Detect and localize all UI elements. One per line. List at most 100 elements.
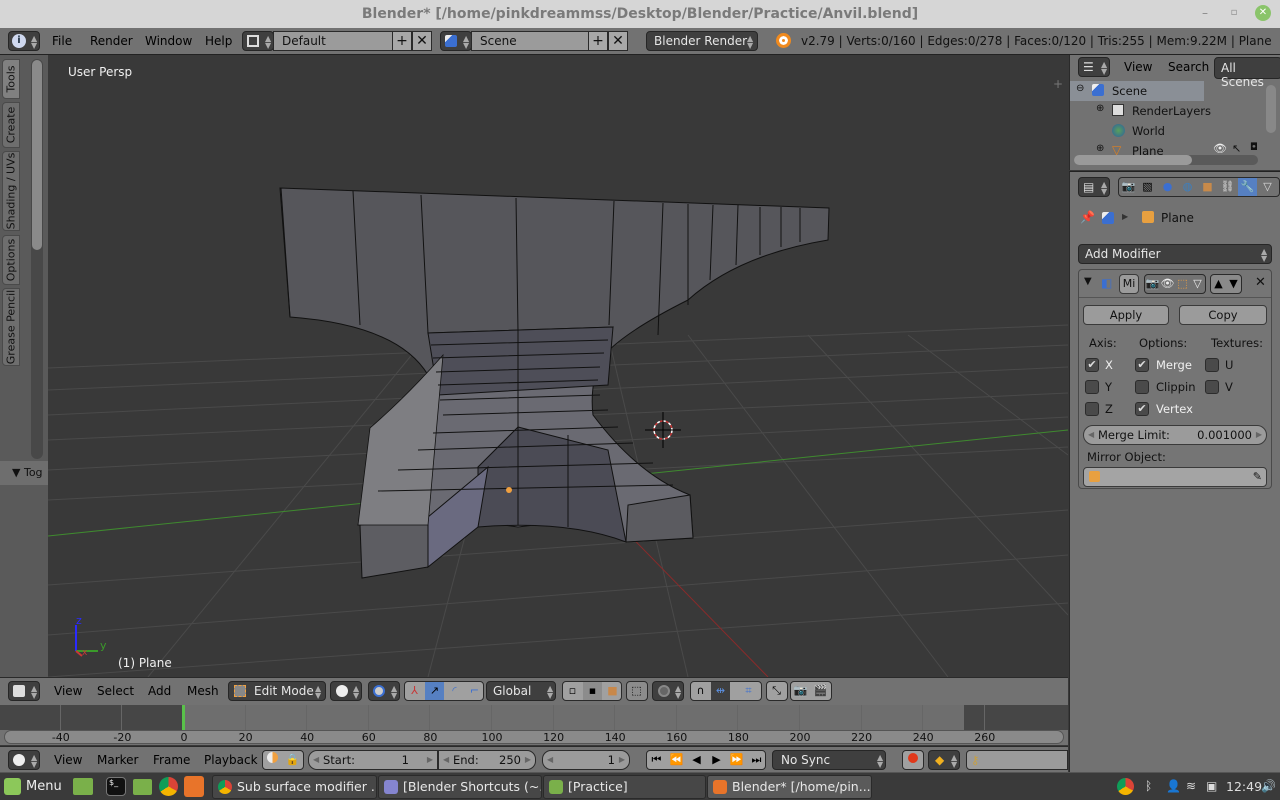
- play-reverse-icon[interactable]: ◀: [687, 751, 706, 769]
- blender-launcher-icon[interactable]: [184, 776, 204, 797]
- render-engine-selector[interactable]: Blender Render ▲ ▼: [646, 31, 758, 51]
- pin-icon[interactable]: 📌: [1080, 210, 1095, 224]
- outliner-menu-view[interactable]: View: [1124, 60, 1152, 74]
- start-frame-field[interactable]: ◀ Start: 1 ▶: [308, 750, 438, 770]
- axis-x-checkbox[interactable]: ✔: [1085, 358, 1099, 372]
- add-scene-button[interactable]: +: [588, 31, 608, 51]
- tab-world-icon[interactable]: ◍: [1178, 178, 1197, 196]
- lock-icon[interactable]: 🔒: [283, 751, 302, 769]
- translate-manipulator-icon[interactable]: ↗: [425, 682, 444, 700]
- outliner-item-world[interactable]: World: [1070, 121, 1270, 141]
- move-down-icon[interactable]: ▼: [1226, 275, 1241, 293]
- on-cage-toggle-icon[interactable]: ▽: [1190, 275, 1205, 293]
- show-desktop-icon[interactable]: [73, 778, 93, 795]
- viewport-toggle-eye-icon[interactable]: 👁: [1160, 275, 1175, 293]
- task-file-manager[interactable]: [Practice]: [543, 775, 706, 799]
- manipulator-toggle-icon[interactable]: ⅄: [405, 682, 424, 700]
- files-icon[interactable]: [133, 779, 152, 795]
- toggle-panel[interactable]: ▼ Tog: [0, 461, 48, 485]
- tab-data-icon[interactable]: ▽: [1258, 178, 1277, 196]
- menu-add[interactable]: Add: [148, 684, 171, 698]
- menu-view[interactable]: View: [54, 684, 82, 698]
- editor-type-3dview[interactable]: ▲ ▼: [8, 681, 40, 701]
- visibility-eye-icon[interactable]: 👁: [1213, 142, 1227, 155]
- menu-view-timeline[interactable]: View: [54, 753, 82, 767]
- chrome-launcher-icon[interactable]: [159, 777, 178, 796]
- tab-shading-uvs[interactable]: Shading / UVs: [2, 151, 20, 231]
- rotate-manipulator-icon[interactable]: ◜: [445, 682, 464, 700]
- current-frame-field[interactable]: ◀ 1 ▶: [542, 750, 630, 770]
- jump-to-end-icon[interactable]: ⏭: [747, 751, 766, 769]
- opengl-render-image-icon[interactable]: 📷: [791, 682, 810, 700]
- tab-object-icon[interactable]: ■: [1198, 178, 1217, 196]
- jump-to-start-icon[interactable]: ⏮: [647, 751, 666, 769]
- outliner-horizontal-scrollbar[interactable]: [1074, 155, 1258, 165]
- bluetooth-icon[interactable]: ᛒ: [1145, 779, 1152, 793]
- menu-file[interactable]: File: [52, 34, 72, 48]
- remove-modifier-close-icon[interactable]: ✕: [1255, 275, 1266, 290]
- texture-v-checkbox[interactable]: [1205, 380, 1219, 394]
- wifi-icon[interactable]: ≋: [1186, 779, 1196, 793]
- editor-type-button[interactable]: i ▲ ▼: [8, 31, 40, 51]
- modifier-name-field[interactable]: Mi: [1119, 274, 1139, 294]
- opengl-render-animation-icon[interactable]: 🎬: [811, 682, 830, 700]
- outliner-menu-search[interactable]: Search: [1168, 60, 1209, 74]
- start-menu-button[interactable]: Menu: [4, 776, 62, 798]
- close-button[interactable]: ✕: [1255, 5, 1271, 21]
- menu-frame[interactable]: Frame: [153, 753, 190, 767]
- remove-screen-button[interactable]: ✕: [412, 31, 432, 51]
- move-up-icon[interactable]: ▲: [1211, 275, 1226, 293]
- screen-layout-name[interactable]: Default: [273, 31, 393, 51]
- merge-checkbox[interactable]: ✔: [1135, 358, 1149, 372]
- snap-magnet-icon[interactable]: ∩: [691, 682, 710, 700]
- pivot-point-selector[interactable]: ▲ ▼: [368, 681, 400, 701]
- task-chrome[interactable]: Sub surface modifier ...: [212, 775, 377, 799]
- properties-region-toggle[interactable]: +: [1053, 77, 1067, 91]
- axis-y-checkbox[interactable]: [1085, 380, 1099, 394]
- vertex-groups-checkbox[interactable]: ✔: [1135, 402, 1149, 416]
- screen-layout-selector[interactable]: ▲ ▼: [242, 31, 274, 51]
- menu-playback[interactable]: Playback: [204, 753, 258, 767]
- clipping-checkbox[interactable]: [1135, 380, 1149, 394]
- menu-help[interactable]: Help: [205, 34, 232, 48]
- copy-button[interactable]: Copy: [1179, 305, 1267, 325]
- keying-mode-selector[interactable]: ◆ ▲ ▼: [928, 750, 960, 770]
- limit-selection-button[interactable]: ⬚: [626, 681, 648, 701]
- mode-selector[interactable]: Edit Mode ▲ ▼: [228, 681, 326, 701]
- menu-render[interactable]: Render: [90, 34, 133, 48]
- menu-select[interactable]: Select: [97, 684, 134, 698]
- expand-icon[interactable]: ⊕: [1096, 103, 1104, 114]
- clock[interactable]: 12:49: [1226, 779, 1262, 794]
- scrollbar-thumb[interactable]: [32, 60, 42, 250]
- renderability-camera-icon[interactable]: ◘: [1250, 142, 1258, 153]
- expand-icon[interactable]: ⊕: [1096, 143, 1104, 154]
- scale-manipulator-icon[interactable]: ⌐: [465, 682, 484, 700]
- axis-z-checkbox[interactable]: [1085, 402, 1099, 416]
- timeline-area[interactable]: [0, 705, 1068, 730]
- outliner-item-renderlayers[interactable]: ⊕ RenderLayers: [1070, 101, 1270, 121]
- clipboard-icon[interactable]: ▣: [1206, 779, 1217, 793]
- tab-options[interactable]: Options: [2, 235, 20, 285]
- proportional-edit-selector[interactable]: ▲ ▼: [652, 681, 684, 701]
- snap-element-icon[interactable]: ⇹: [711, 682, 730, 700]
- tab-create[interactable]: Create: [2, 102, 20, 148]
- timeline-editor[interactable]: -40 -20 0 20 40 60 80 100 120 140 160 180 200 220 240 2…: [0, 703, 1068, 745]
- keying-set-field[interactable]: ⚷: [966, 750, 1068, 770]
- texture-u-checkbox[interactable]: [1205, 358, 1219, 372]
- minimize-button[interactable]: –: [1197, 5, 1213, 21]
- face-select-icon[interactable]: ■: [603, 682, 622, 700]
- remove-scene-button[interactable]: ✕: [608, 31, 628, 51]
- snap-target-icon[interactable]: ⌗: [739, 682, 758, 700]
- eyedropper-icon[interactable]: ✎: [1253, 468, 1262, 486]
- menu-window[interactable]: Window: [145, 34, 192, 48]
- tab-render-icon[interactable]: 📷: [1119, 178, 1138, 196]
- user-icon[interactable]: 👤: [1166, 779, 1181, 793]
- vertex-select-icon[interactable]: ▫: [563, 682, 582, 700]
- tab-grease-pencil[interactable]: Grease Pencil: [2, 288, 20, 366]
- mirror-object-field[interactable]: ✎: [1083, 467, 1267, 487]
- editor-type-timeline[interactable]: ▲ ▼: [8, 750, 40, 770]
- menu-marker[interactable]: Marker: [97, 753, 138, 767]
- end-frame-field[interactable]: ◀ End: 250 ▶: [438, 750, 536, 770]
- editor-type-properties[interactable]: ▤ ▲ ▼: [1078, 177, 1110, 197]
- scene-selector[interactable]: ▲ ▼: [440, 31, 472, 51]
